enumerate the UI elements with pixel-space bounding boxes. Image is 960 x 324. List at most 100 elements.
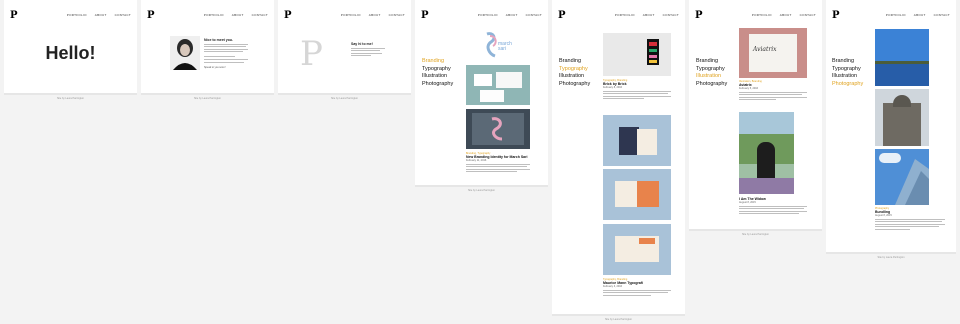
sketch-lettering: Aviatrix [753,46,777,53]
post-meta: Typography, Branding Maurice Mann Typogr… [603,278,671,296]
category-typography[interactable]: Typography [696,66,727,74]
site-footer: Site by Laura Parrington [742,233,769,236]
nav-about[interactable]: ABOUT [780,13,792,17]
nav-portfolio[interactable]: PORTFOLIO [204,13,224,17]
site-logo[interactable]: P [832,10,840,21]
site-footer: Site by Laura Parrington [468,189,495,192]
text-line [204,46,246,48]
booklet-image-1[interactable] [603,115,671,166]
site-logo[interactable]: P [10,10,18,21]
nav-about[interactable]: ABOUT [232,13,244,17]
category-typography[interactable]: Typography [832,66,863,74]
photo-sky [875,29,929,61]
category-typography[interactable]: Typography [559,66,590,74]
nav-about[interactable]: ABOUT [506,13,518,17]
text-line [204,48,248,50]
nav-about[interactable]: ABOUT [95,13,107,17]
nav-contact[interactable]: CONTACT [115,13,131,17]
text-line [466,171,518,173]
booklet-spread-left [615,236,637,262]
nav-portfolio[interactable]: PORTFOLIO [752,13,772,17]
category-typography[interactable]: Typography [422,66,453,74]
site-logo[interactable]: P [695,10,703,21]
post-meta: Photography Bundling August 8, 2015 [875,207,945,230]
main-nav: PORTFOLIO ABOUT CONTACT [204,13,268,17]
category-branding[interactable]: Branding [832,58,863,66]
letterhead [480,90,504,102]
stationery-image[interactable] [466,65,530,105]
category-menu: Branding Typography Illustration Photogr… [832,58,863,88]
category-branding[interactable]: Branding [559,58,590,66]
post-date: February 11, 2016 [466,159,487,162]
about-title: Nice to meet you. [204,38,233,42]
site-logo[interactable]: P [147,10,155,21]
nav-portfolio[interactable]: PORTFOLIO [615,13,635,17]
category-photography[interactable]: Photography [832,81,863,89]
nav-contact[interactable]: CONTACT [663,13,679,17]
site-footer: Site by Laura Parrington [57,97,84,100]
site-header: P PORTFOLIO ABOUT CONTACT [552,9,685,21]
nav-contact[interactable]: CONTACT [800,13,816,17]
photo-building [883,103,921,146]
storefront-image[interactable] [466,109,530,149]
category-illustration[interactable]: Illustration [696,73,727,81]
text-line [204,51,243,53]
post-meta: I Am The Widow August 8, 2015 [739,197,807,215]
main-nav: PORTFOLIO ABOUT CONTACT [67,13,131,17]
site-header: P PORTFOLIO ABOUT CONTACT [278,9,411,21]
poster-accent-pink [649,55,657,58]
text-line [603,98,644,100]
nav-about[interactable]: ABOUT [643,13,655,17]
widow-photo[interactable] [739,112,794,194]
text-line [603,294,651,296]
category-photography[interactable]: Photography [422,81,453,89]
photo-water [875,64,929,86]
category-photography[interactable]: Photography [559,81,590,89]
category-illustration[interactable]: Illustration [422,73,453,81]
contact-title: Say hi to me! [351,42,373,46]
site-logo[interactable]: P [284,10,292,21]
hello-heading: Hello! [45,43,96,63]
text-line [875,218,945,220]
text-line [204,58,248,60]
panel-portfolio-photography: P PORTFOLIO ABOUT CONTACT Branding Typog… [826,0,956,259]
text-line [739,94,802,96]
text-line [466,166,528,168]
nav-contact[interactable]: CONTACT [389,13,405,17]
nav-about[interactable]: ABOUT [914,13,926,17]
booklet-image-2[interactable] [603,169,671,220]
nav-portfolio[interactable]: PORTFOLIO [886,13,906,17]
site-logo[interactable]: P [558,10,566,21]
category-branding[interactable]: Branding [696,58,727,66]
march-sari-wordmark: march sari [498,42,512,52]
site-header: P PORTFOLIO ABOUT CONTACT [141,9,274,21]
text-line [739,96,807,98]
envelope [496,72,522,88]
booklet-page [637,129,657,155]
text-line [739,99,777,101]
building-photo[interactable] [875,89,929,146]
text-line [739,213,799,215]
skyscraper-photo[interactable] [875,149,929,205]
panel-portfolio-typography: P PORTFOLIO ABOUT CONTACT Branding Typog… [552,0,685,321]
aviatrix-sketch-image[interactable]: Aviatrix [739,28,807,78]
nav-contact[interactable]: CONTACT [934,13,950,17]
nav-contact[interactable]: CONTACT [526,13,542,17]
site-logo[interactable]: P [421,10,429,21]
nav-portfolio[interactable]: PORTFOLIO [67,13,87,17]
brick-poster-image[interactable] [603,33,671,76]
site-header: P PORTFOLIO ABOUT CONTACT [689,9,822,21]
category-illustration[interactable]: Illustration [559,73,590,81]
main-nav: PORTFOLIO ABOUT CONTACT [886,13,950,17]
nav-portfolio[interactable]: PORTFOLIO [478,13,498,17]
nav-portfolio[interactable]: PORTFOLIO [341,13,361,17]
category-illustration[interactable]: Illustration [832,73,863,81]
booklet-image-3[interactable] [603,224,671,275]
nav-about[interactable]: ABOUT [369,13,381,17]
site-header: P PORTFOLIO ABOUT CONTACT [826,9,956,21]
lake-photo[interactable] [875,29,929,86]
category-branding[interactable]: Branding [422,58,453,66]
nav-contact[interactable]: CONTACT [252,13,268,17]
category-photography[interactable]: Photography [696,81,727,89]
booklet-spread-left [615,181,637,207]
